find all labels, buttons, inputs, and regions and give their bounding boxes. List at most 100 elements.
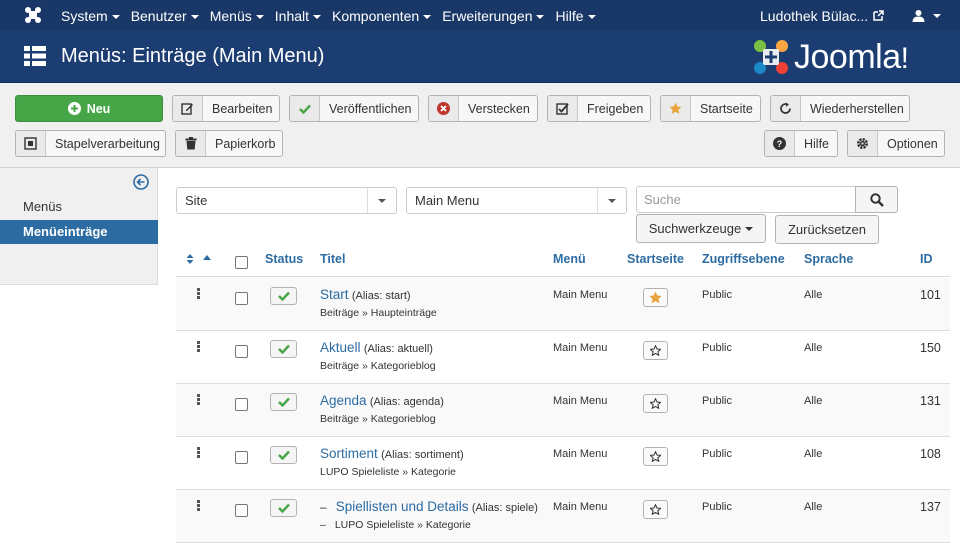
- site-link[interactable]: Ludothek Bülac...: [760, 0, 884, 31]
- publish-toggle-button[interactable]: [270, 499, 297, 517]
- drag-handle-icon[interactable]: [197, 500, 201, 512]
- check-icon: [290, 96, 320, 121]
- item-alias: (Alias: agenda): [369, 396, 444, 408]
- site-name: Ludothek Bülac...: [760, 7, 869, 24]
- rebuild-button[interactable]: Wiederherstellen: [770, 95, 910, 122]
- check-icon: [277, 450, 290, 460]
- joomla-brand: Joomla!: [752, 37, 909, 77]
- nav-extensions[interactable]: Erweiterungen: [442, 8, 545, 24]
- item-title-link[interactable]: Spiellisten und Details: [336, 499, 469, 514]
- item-access: Public: [702, 395, 732, 407]
- batch-button[interactable]: Stapelverarbeitung: [15, 130, 166, 157]
- set-home-button[interactable]: [643, 500, 668, 519]
- set-home-button[interactable]: [643, 341, 668, 360]
- nav-components[interactable]: Komponenten: [332, 8, 432, 24]
- search-icon: [869, 192, 884, 207]
- trash-button[interactable]: Papierkorb: [175, 130, 283, 157]
- search-button[interactable]: [855, 186, 898, 213]
- row-checkbox[interactable]: [235, 292, 248, 305]
- check-icon: [277, 344, 290, 354]
- set-home-button[interactable]: [643, 394, 668, 413]
- question-circle-icon: ?: [765, 131, 795, 156]
- publish-toggle-button[interactable]: [270, 446, 297, 464]
- drag-handle-icon[interactable]: [197, 394, 201, 406]
- search-input[interactable]: [636, 186, 856, 213]
- ordering-sort-control[interactable]: [186, 253, 212, 267]
- unpublish-button[interactable]: Verstecken: [428, 95, 538, 122]
- row-checkbox[interactable]: [235, 345, 248, 358]
- nav-help[interactable]: Hilfe: [555, 8, 596, 24]
- edit-icon: [173, 96, 203, 121]
- publish-toggle-button[interactable]: [270, 340, 297, 358]
- item-title-link[interactable]: Sortiment: [320, 446, 378, 461]
- sidebar-item-menu-items[interactable]: Menüeinträge: [0, 220, 158, 244]
- header-id[interactable]: ID: [920, 252, 933, 266]
- caret-down-icon: [111, 14, 120, 19]
- home-button[interactable]: Startseite: [660, 95, 761, 122]
- user-menu[interactable]: [912, 0, 941, 31]
- item-menu: Main Menu: [553, 501, 608, 513]
- publish-button[interactable]: Veröffentlichen: [289, 95, 419, 122]
- sort-icon: [186, 254, 194, 264]
- client-select[interactable]: Site: [176, 187, 397, 214]
- drag-handle-icon[interactable]: [197, 447, 201, 459]
- item-title-link[interactable]: Start: [320, 287, 349, 302]
- caret-down-icon: [745, 226, 754, 231]
- item-alias: (Alias: sortiment): [381, 449, 464, 461]
- header-menu[interactable]: Menü: [553, 252, 586, 266]
- select-all-checkbox[interactable]: [235, 256, 248, 269]
- header-access[interactable]: Zugriffsebene: [702, 252, 785, 266]
- item-menu: Main Menu: [553, 395, 608, 407]
- title-cell: Start (Alias: start): [320, 287, 411, 302]
- table-header-divider: [176, 276, 950, 277]
- item-title-link[interactable]: Aktuell: [320, 340, 361, 355]
- collapse-sidebar-icon[interactable]: [133, 174, 149, 190]
- header-title[interactable]: Titel: [320, 252, 345, 266]
- item-id: 131: [920, 394, 941, 408]
- nav-system[interactable]: System: [61, 8, 120, 24]
- publish-toggle-button[interactable]: [270, 393, 297, 411]
- nav-menus[interactable]: Menüs: [210, 8, 264, 24]
- reset-button[interactable]: Zurücksetzen: [775, 215, 879, 244]
- joomla-logo-icon[interactable]: [24, 6, 42, 24]
- drag-handle-icon[interactable]: [197, 341, 201, 353]
- row-checkbox[interactable]: [235, 398, 248, 411]
- set-home-button[interactable]: [643, 447, 668, 466]
- table-row: Start (Alias: start) Beiträge » Haupteint…: [176, 278, 950, 331]
- header-status[interactable]: Status: [265, 252, 303, 266]
- header-language[interactable]: Sprache: [804, 252, 853, 266]
- options-button[interactable]: Optionen: [847, 130, 945, 157]
- caret-down-icon: [587, 14, 596, 19]
- nav-users[interactable]: Benutzer: [131, 8, 199, 24]
- search-tools-button[interactable]: Suchwerkzeuge: [636, 214, 766, 243]
- sidebar-item-menus[interactable]: Menüs: [0, 195, 158, 219]
- item-language: Alle: [804, 289, 823, 301]
- menu-select[interactable]: Main Menu: [406, 187, 627, 214]
- plus-circle-icon: [67, 102, 81, 115]
- sort-ascending-icon: [203, 255, 212, 260]
- drag-handle-icon[interactable]: [197, 288, 201, 300]
- publish-toggle-button[interactable]: [270, 287, 297, 305]
- edit-button[interactable]: Bearbeiten: [172, 95, 280, 122]
- caret-down-icon: [597, 188, 626, 213]
- item-alias: (Alias: start): [351, 290, 411, 302]
- item-type: Beiträge » Haupteinträge: [320, 307, 437, 319]
- cancel-circle-icon: [429, 96, 459, 121]
- help-button[interactable]: ? Hilfe: [764, 130, 838, 157]
- item-access: Public: [702, 501, 732, 513]
- title-cell: Aktuell (Alias: aktuell): [320, 340, 433, 355]
- item-id: 108: [920, 447, 941, 461]
- page-header: Menüs: Einträge (Main Menu) Joomla!: [0, 31, 960, 83]
- star-icon: [650, 451, 661, 462]
- nav-content[interactable]: Inhalt: [275, 8, 322, 24]
- header-home[interactable]: Startseite: [627, 252, 684, 266]
- row-checkbox[interactable]: [235, 504, 248, 517]
- item-type: LUPO Spieleliste » Kategorie: [320, 466, 456, 478]
- checkin-button[interactable]: Freigeben: [547, 95, 651, 122]
- new-button[interactable]: Neu: [15, 95, 163, 122]
- default-home-button[interactable]: [643, 288, 668, 307]
- item-type: Beiträge » Kategorieblog: [320, 360, 436, 372]
- table-row: Agenda (Alias: agenda) Beiträge » Kategor…: [176, 384, 950, 437]
- row-checkbox[interactable]: [235, 451, 248, 464]
- item-title-link[interactable]: Agenda: [320, 393, 367, 408]
